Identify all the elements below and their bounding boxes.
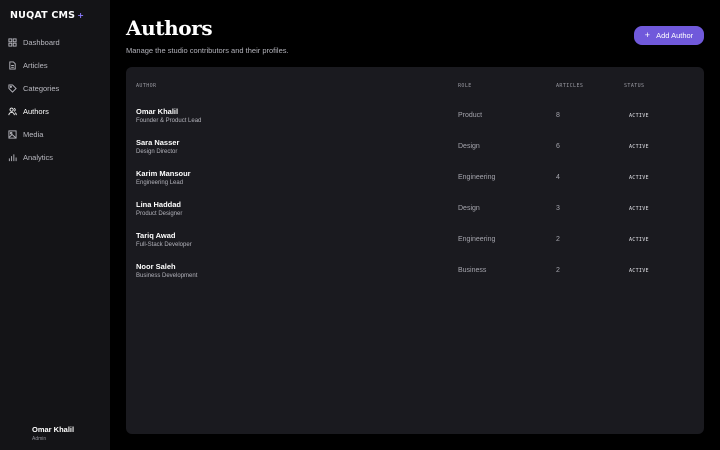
sidebar: NUQAT CMS + Dashboard Articles Categories… (0, 0, 110, 450)
author-title: Product Designer (136, 211, 183, 217)
image-icon (8, 130, 17, 139)
sidebar-item-label: Authors (23, 107, 49, 116)
author-title: Full-Stack Developer (136, 242, 192, 248)
column-header-author[interactable]: AUTHOR (136, 83, 156, 89)
author-name: Lina Haddad (136, 200, 182, 209)
author-role: Engineering (458, 236, 496, 243)
author-articles: 2 (556, 236, 560, 243)
sidebar-item-label: Media (23, 130, 44, 139)
sidebar-item-label: Dashboard (23, 38, 60, 47)
author-articles: 3 (556, 205, 560, 212)
brand-mark: + (77, 11, 85, 20)
sidebar-item-media[interactable]: Media (0, 123, 110, 146)
sidebar-item-label: Analytics (23, 153, 54, 162)
author-name: Tariq Awad (136, 231, 176, 240)
tag-icon (8, 84, 17, 93)
users-icon (8, 107, 17, 116)
column-header-status[interactable]: STATUS (624, 83, 644, 89)
author-articles: 8 (556, 112, 560, 119)
status-badge: ACTIVE (629, 144, 649, 150)
author-articles: 6 (556, 143, 560, 150)
author-articles: 2 (556, 267, 560, 274)
author-role: Product (458, 112, 483, 119)
brand-name: NUQAT CMS (10, 10, 76, 21)
sidebar-item-label: Articles (23, 61, 48, 70)
sidebar-item-dashboard[interactable]: Dashboard (0, 31, 110, 54)
author-role: Business (458, 267, 487, 274)
table-row[interactable]: Lina Haddad Product Designer Design 3 AC… (126, 196, 704, 227)
grid-icon (8, 38, 17, 47)
author-name: Karim Mansour (136, 169, 191, 178)
user-role: Admin (32, 436, 47, 442)
sidebar-item-categories[interactable]: Categories (0, 77, 110, 100)
table-row[interactable]: Tariq Awad Full-Stack Developer Engineer… (126, 227, 704, 258)
author-name: Sara Nasser (136, 138, 180, 147)
author-role: Design (458, 205, 480, 212)
document-icon (8, 61, 17, 70)
status-badge: ACTIVE (629, 175, 649, 181)
status-badge: ACTIVE (629, 206, 649, 212)
status-badge: ACTIVE (629, 237, 649, 243)
author-name: Noor Saleh (136, 262, 176, 271)
author-articles: 4 (556, 174, 560, 181)
author-title: Design Director (136, 149, 178, 155)
status-badge: ACTIVE (629, 268, 649, 274)
bar-chart-icon (8, 153, 17, 162)
author-name: Omar Khalil (136, 107, 179, 116)
brand-logo[interactable]: NUQAT CMS + (10, 10, 84, 21)
author-title: Engineering Lead (136, 180, 184, 186)
status-badge: ACTIVE (629, 113, 649, 119)
sidebar-item-label: Categories (23, 84, 60, 93)
sidebar-item-authors[interactable]: Authors (0, 100, 110, 123)
sidebar-item-analytics[interactable]: Analytics (0, 146, 110, 169)
authors-table: AUTHOR ROLE ARTICLES STATUS Omar Khalil … (126, 67, 704, 434)
plus-icon: + (644, 30, 651, 40)
author-role: Engineering (458, 174, 496, 181)
add-author-label: Add Author (656, 31, 694, 40)
author-role: Design (458, 143, 480, 150)
current-user[interactable]: Omar Khalil Admin (32, 425, 74, 442)
sidebar-item-articles[interactable]: Articles (0, 54, 110, 77)
page-subtitle: Manage the studio contributors and their… (126, 46, 289, 55)
author-title: Business Development (136, 273, 198, 279)
column-header-role[interactable]: ROLE (458, 83, 472, 89)
user-name: Omar Khalil (32, 425, 75, 434)
table-row[interactable]: Sara Nasser Design Director Design 6 ACT… (126, 134, 704, 165)
table-row[interactable]: Omar Khalil Founder & Product Lead Produ… (126, 103, 704, 134)
table-row[interactable]: Noor Saleh Business Development Business… (126, 258, 704, 289)
author-title: Founder & Product Lead (136, 118, 202, 124)
sidebar-nav: Dashboard Articles Categories Authors Me… (0, 31, 110, 169)
table-row[interactable]: Karim Mansour Engineering Lead Engineeri… (126, 165, 704, 196)
column-header-articles[interactable]: ARTICLES (556, 83, 583, 89)
page-title: Authors (126, 16, 213, 40)
add-author-button[interactable]: + Add Author (634, 26, 704, 45)
